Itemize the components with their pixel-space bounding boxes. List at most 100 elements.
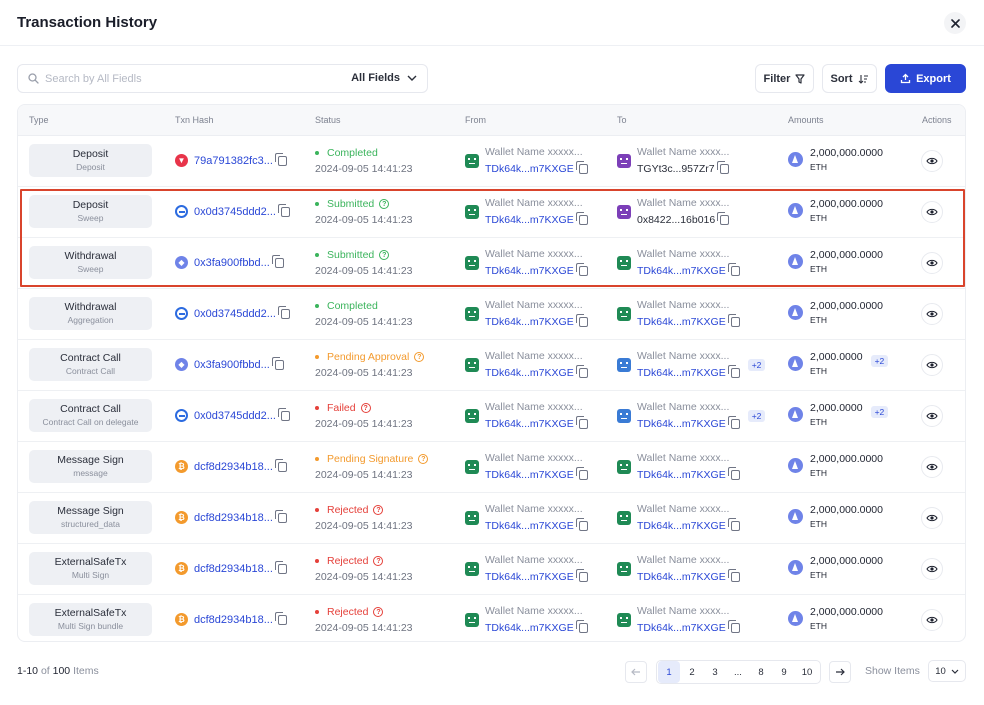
view-details-button[interactable]: [921, 507, 943, 529]
help-icon[interactable]: ?: [414, 352, 425, 362]
copy-icon[interactable]: [727, 314, 740, 327]
copy-icon[interactable]: [575, 467, 588, 480]
txn-hash-link[interactable]: 0x3fa900fbbd...: [194, 359, 270, 371]
copy-icon[interactable]: [727, 263, 740, 276]
copy-icon[interactable]: [727, 416, 740, 429]
view-details-button[interactable]: [921, 303, 943, 325]
view-details-button[interactable]: [921, 405, 943, 427]
wallet-address[interactable]: TDk64k...m7KXGE: [485, 367, 574, 379]
help-icon[interactable]: ?: [360, 403, 371, 413]
copy-icon[interactable]: [575, 365, 588, 378]
copy-icon[interactable]: [277, 305, 290, 319]
wallet-address[interactable]: TDk64k...m7KXGE: [485, 163, 574, 175]
txn-hash-link[interactable]: dcf8d2934b18...: [194, 614, 273, 626]
wallet-address[interactable]: TDk64k...m7KXGE: [485, 214, 574, 226]
more-amounts-badge[interactable]: +2: [870, 355, 889, 367]
txn-hash-link[interactable]: 79a791382fc3...: [194, 155, 273, 167]
wallet-address[interactable]: TDk64k...m7KXGE: [485, 520, 574, 532]
wallet-address[interactable]: TDk64k...m7KXGE: [485, 265, 574, 277]
copy-icon[interactable]: [727, 365, 740, 378]
view-details-button[interactable]: [921, 201, 943, 223]
copy-icon[interactable]: [727, 569, 740, 582]
help-icon[interactable]: ?: [418, 454, 429, 464]
page-button[interactable]: 3: [704, 661, 726, 683]
ring-icon: [175, 307, 188, 320]
page-button[interactable]: 10: [796, 661, 818, 683]
copy-icon[interactable]: [575, 416, 588, 429]
help-icon[interactable]: ?: [373, 556, 384, 566]
help-icon[interactable]: ?: [373, 607, 384, 617]
help-icon[interactable]: ?: [379, 250, 390, 260]
wallet-address[interactable]: TDk64k...m7KXGE: [637, 622, 726, 634]
page-button[interactable]: 8: [750, 661, 772, 683]
view-details-button[interactable]: [921, 456, 943, 478]
copy-icon[interactable]: [274, 458, 287, 472]
help-icon[interactable]: ?: [373, 505, 384, 515]
wallet-address[interactable]: TDk64k...m7KXGE: [485, 316, 574, 328]
wallet-address[interactable]: TDk64k...m7KXGE: [637, 418, 726, 430]
next-page-button[interactable]: [829, 661, 851, 683]
wallet-address[interactable]: TDk64k...m7KXGE: [637, 469, 726, 481]
wallet-address[interactable]: TDk64k...m7KXGE: [637, 520, 726, 532]
wallet-address[interactable]: TDk64k...m7KXGE: [485, 622, 574, 634]
view-details-button[interactable]: [921, 150, 943, 172]
copy-icon[interactable]: [277, 203, 290, 217]
sort-button[interactable]: Sort: [822, 64, 877, 93]
wallet-address[interactable]: TDk64k...m7KXGE: [485, 469, 574, 481]
txn-hash-link[interactable]: dcf8d2934b18...: [194, 461, 273, 473]
txn-hash-link[interactable]: 0x0d3745ddd2...: [194, 206, 276, 218]
txn-hash-link[interactable]: dcf8d2934b18...: [194, 563, 273, 575]
subtype-label: message: [73, 468, 108, 478]
close-button[interactable]: [944, 12, 966, 34]
txn-hash-link[interactable]: 0x3fa900fbbd...: [194, 257, 270, 269]
copy-icon[interactable]: [727, 467, 740, 480]
copy-icon[interactable]: [274, 152, 287, 166]
copy-icon[interactable]: [575, 161, 588, 174]
wallet-address[interactable]: TDk64k...m7KXGE: [637, 571, 726, 583]
page-button[interactable]: 9: [773, 661, 795, 683]
search-input[interactable]: [45, 71, 345, 87]
txn-hash-link[interactable]: dcf8d2934b18...: [194, 512, 273, 524]
page-button[interactable]: 1: [658, 661, 680, 683]
copy-icon[interactable]: [575, 518, 588, 531]
copy-icon[interactable]: [716, 161, 729, 174]
wallet-address[interactable]: TDk64k...m7KXGE: [637, 367, 726, 379]
help-icon[interactable]: ?: [379, 199, 390, 209]
fields-select[interactable]: All Fields: [351, 72, 417, 84]
copy-icon[interactable]: [575, 620, 588, 633]
txn-hash-link[interactable]: 0x0d3745ddd2...: [194, 410, 276, 422]
copy-icon[interactable]: [277, 407, 290, 421]
view-details-button[interactable]: [921, 354, 943, 376]
wallet-name: Wallet Name xxxxx...: [485, 605, 583, 617]
page-size-select[interactable]: 10: [928, 660, 966, 682]
txn-hash-link[interactable]: 0x0d3745ddd2...: [194, 308, 276, 320]
view-details-button[interactable]: [921, 252, 943, 274]
copy-icon[interactable]: [271, 254, 284, 268]
copy-icon[interactable]: [274, 611, 287, 625]
copy-icon[interactable]: [575, 569, 588, 582]
more-recipients-badge[interactable]: +2: [747, 409, 766, 422]
copy-icon[interactable]: [727, 620, 740, 633]
view-details-button[interactable]: [921, 558, 943, 580]
copy-icon[interactable]: [271, 356, 284, 370]
wallet-address[interactable]: TDk64k...m7KXGE: [485, 418, 574, 430]
copy-icon[interactable]: [274, 560, 287, 574]
copy-icon[interactable]: [575, 314, 588, 327]
more-amounts-badge[interactable]: +2: [870, 406, 889, 418]
prev-page-button[interactable]: [625, 661, 647, 683]
wallet-address[interactable]: TDk64k...m7KXGE: [637, 265, 726, 277]
copy-icon[interactable]: [717, 212, 730, 225]
more-recipients-badge[interactable]: +2: [747, 358, 766, 371]
export-button[interactable]: Export: [885, 64, 966, 93]
copy-icon[interactable]: [575, 263, 588, 276]
filter-button[interactable]: Filter: [755, 64, 814, 93]
copy-icon[interactable]: [575, 212, 588, 225]
view-details-button[interactable]: [921, 609, 943, 631]
wallet-address[interactable]: TDk64k...m7KXGE: [485, 571, 574, 583]
wallet-name: Wallet Name xxxx...: [637, 146, 730, 158]
copy-icon[interactable]: [274, 509, 287, 523]
page-button[interactable]: 2: [681, 661, 703, 683]
wallet-address[interactable]: TDk64k...m7KXGE: [637, 316, 726, 328]
from-wallet-cell: Wallet Name xxxxx... TDk64k...m7KXGE: [465, 298, 588, 329]
copy-icon[interactable]: [727, 518, 740, 531]
